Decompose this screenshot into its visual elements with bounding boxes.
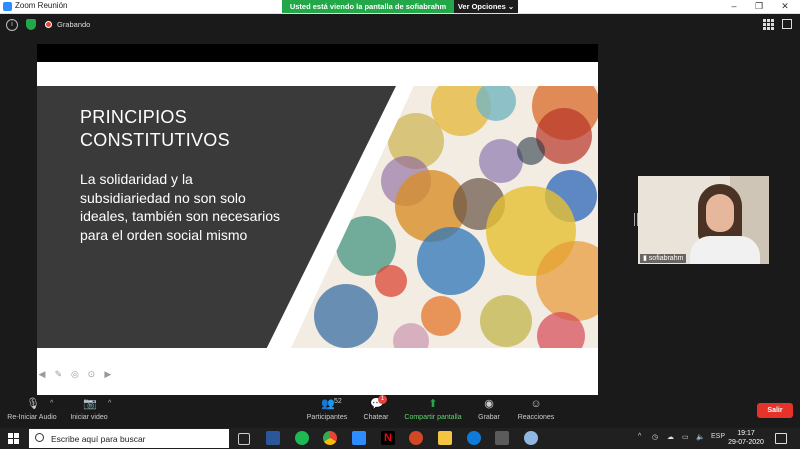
share-banner-message: Usted está viendo la pantalla de sofiabr… bbox=[282, 0, 454, 13]
meeting-top-bar: i Grabando bbox=[0, 14, 800, 36]
video-off-icon: 📷 bbox=[83, 398, 97, 410]
slide-title-line2: CONSTITUTIVOS bbox=[80, 130, 230, 150]
chrome-icon[interactable] bbox=[323, 431, 337, 445]
participant-face bbox=[706, 194, 734, 232]
chat-badge: 1 bbox=[378, 395, 387, 404]
more-options-icon[interactable]: ⊙ bbox=[86, 369, 96, 379]
recording-label: Grabando bbox=[57, 20, 91, 29]
pen-icon[interactable]: ✎ bbox=[53, 369, 63, 379]
participants-label: Participantes bbox=[306, 414, 348, 421]
fullscreen-icon[interactable] bbox=[782, 19, 792, 29]
paint-icon[interactable] bbox=[524, 431, 538, 445]
gallery-view-icon[interactable] bbox=[763, 19, 774, 30]
reactions-icon: ☺ bbox=[530, 398, 542, 410]
zoom-icon[interactable] bbox=[352, 431, 366, 445]
volume-icon[interactable]: 🔈 bbox=[696, 433, 705, 441]
video-label: Iniciar video bbox=[70, 414, 108, 421]
record-button[interactable]: ◉ Grabar bbox=[474, 395, 504, 428]
recording-icon bbox=[45, 21, 52, 28]
tray-app-icon[interactable]: ◷ bbox=[652, 433, 658, 441]
taskbar-search-box[interactable]: Escribe aquí para buscar bbox=[29, 429, 229, 448]
file-explorer-icon[interactable] bbox=[438, 431, 452, 445]
share-screen-label: Compartir pantalla bbox=[404, 414, 462, 421]
participants-button[interactable]: 👥 52 Participantes bbox=[304, 395, 350, 428]
security-shield-icon[interactable] bbox=[26, 19, 36, 30]
powerpoint-icon[interactable] bbox=[409, 431, 423, 445]
window-title: Zoom Reunión bbox=[15, 1, 68, 10]
chat-label: Chatear bbox=[363, 414, 389, 421]
notifications-icon[interactable] bbox=[775, 433, 787, 444]
arrow-left-icon[interactable]: ◀ bbox=[37, 369, 47, 379]
slide-toolbar: ◀ ✎ ◎ ⊙ ▶ bbox=[37, 364, 115, 379]
chat-button[interactable]: 💬 1 Chatear bbox=[358, 395, 394, 428]
shared-screen: PRINCIPIOS CONSTITUTIVOS La solidaridad … bbox=[37, 44, 598, 408]
muted-microphone-icon: 🎙 bbox=[26, 398, 40, 410]
participants-count: 52 bbox=[334, 398, 342, 405]
zoom-logo-icon bbox=[3, 2, 12, 11]
audio-options-chevron-icon[interactable]: ^ bbox=[50, 400, 53, 407]
clock-time: 19:17 bbox=[737, 430, 755, 437]
reactions-button[interactable]: ☺ Reacciones bbox=[514, 395, 558, 428]
reactions-label: Reacciones bbox=[517, 414, 555, 421]
video-button[interactable]: 📷 Iniciar video bbox=[66, 395, 112, 428]
share-screen-icon: ⬆ bbox=[428, 398, 438, 410]
windows-taskbar: Escribe aquí para buscar N ^ ◷ ☁ ▭ 🔈 ESP… bbox=[0, 428, 800, 449]
language-indicator[interactable]: ESP bbox=[711, 433, 725, 440]
slide-body-text: La solidaridad y la subsidiariedad no so… bbox=[80, 171, 281, 243]
participant-body bbox=[690, 236, 760, 264]
taskbar-clock[interactable]: 19:17 29-07-2020 bbox=[726, 429, 766, 447]
participant-name-tag: ▮ sofiabrahm bbox=[640, 254, 687, 263]
tray-chevron-up-icon[interactable]: ^ bbox=[638, 433, 641, 440]
windows-start-icon[interactable] bbox=[8, 433, 19, 444]
info-icon[interactable]: i bbox=[6, 19, 18, 31]
slide-title: PRINCIPIOS CONSTITUTIVOS bbox=[80, 106, 310, 152]
chevron-down-icon: ⌄ bbox=[507, 2, 515, 11]
participants-icon: 👥 bbox=[321, 398, 335, 410]
word-icon[interactable] bbox=[266, 431, 280, 445]
search-icon bbox=[35, 433, 44, 442]
minimize-icon[interactable]: – bbox=[723, 0, 745, 13]
taskbar-search-placeholder: Escribe aquí para buscar bbox=[51, 434, 146, 444]
record-icon: ◉ bbox=[484, 398, 494, 410]
onedrive-icon[interactable]: ☁ bbox=[667, 433, 674, 441]
audio-label: Re-Iniciar Audio bbox=[7, 414, 57, 421]
leave-button[interactable]: Salir bbox=[757, 403, 793, 418]
store-icon[interactable] bbox=[495, 431, 509, 445]
slide-title-line1: PRINCIPIOS bbox=[80, 107, 188, 127]
screen-share-banner: Usted está viendo la pantalla de sofiabr… bbox=[282, 0, 518, 13]
presentation-slide: PRINCIPIOS CONSTITUTIVOS La solidaridad … bbox=[37, 62, 598, 408]
arrow-right-icon[interactable]: ▶ bbox=[103, 369, 113, 379]
maximize-icon[interactable]: ❐ bbox=[748, 0, 770, 13]
record-label: Grabar bbox=[478, 414, 500, 421]
battery-icon[interactable]: ▭ bbox=[682, 433, 689, 441]
share-screen-button[interactable]: ⬆ Compartir pantalla bbox=[400, 395, 466, 428]
view-options-label: Ver Opciones bbox=[457, 2, 506, 11]
zoom-slide-icon[interactable]: ◎ bbox=[70, 369, 80, 379]
clock-date: 29-07-2020 bbox=[728, 439, 764, 446]
view-options-button[interactable]: Ver Opciones ⌄ bbox=[454, 0, 518, 13]
spotify-icon[interactable] bbox=[295, 431, 309, 445]
video-options-chevron-icon[interactable]: ^ bbox=[108, 400, 111, 407]
meeting-toolbar: 🎙 Re-Iniciar Audio ^ 📷 Iniciar video ^ 👥… bbox=[0, 395, 800, 428]
netflix-icon[interactable]: N bbox=[381, 431, 395, 445]
participant-name: sofiabrahm bbox=[648, 255, 684, 262]
participant-video-tile[interactable]: ▮ sofiabrahm bbox=[638, 176, 769, 264]
edge-icon[interactable] bbox=[467, 431, 481, 445]
task-view-icon[interactable] bbox=[238, 433, 250, 445]
close-icon[interactable]: ✕ bbox=[774, 0, 796, 13]
